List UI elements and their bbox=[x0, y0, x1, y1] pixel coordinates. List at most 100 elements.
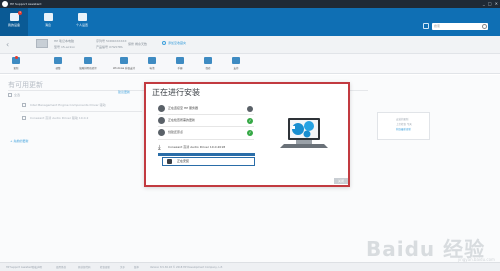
tab-personal-settings[interactable]: 个人设置 bbox=[68, 8, 96, 36]
minimize-button[interactable]: _ bbox=[483, 0, 485, 8]
product-model: 型号 15-ac1xx bbox=[54, 45, 75, 49]
installing-status-box: 正在安装 bbox=[162, 157, 255, 166]
tool-manuals[interactable]: 手册 bbox=[168, 56, 192, 74]
divider bbox=[20, 111, 142, 112]
search-icon[interactable] bbox=[482, 24, 487, 29]
select-all-label: 全选 bbox=[14, 93, 21, 97]
checkmark-icon: ✓ bbox=[247, 129, 253, 136]
baidu-watermark: Baidu 经验 jingyan.baidu.com bbox=[366, 233, 495, 262]
favorite-icon[interactable] bbox=[162, 41, 166, 45]
close-window-button[interactable]: ✕ bbox=[495, 0, 498, 8]
laptop-update-illustration bbox=[280, 118, 328, 148]
previous-updates-link[interactable]: + 先前的更新 bbox=[10, 139, 28, 143]
product-bar: ‹ HP 笔记本电脑 型号 15-ac1xx 序列号 5CD6XXXXXX 产品… bbox=[0, 36, 500, 54]
search-input[interactable]: 搜索 bbox=[432, 23, 488, 30]
recommended-link[interactable]: 建议更新 bbox=[118, 90, 130, 94]
step-label: 创建还原点 bbox=[168, 130, 184, 134]
warranty-icon bbox=[204, 57, 212, 64]
summary-line: 上次检查 今天 bbox=[396, 123, 412, 126]
tool-warranty[interactable]: 保修 bbox=[196, 56, 220, 74]
gear-icon bbox=[167, 159, 172, 164]
footer-link[interactable]: 使用条款 bbox=[56, 263, 66, 271]
tool-label: 更新 bbox=[13, 67, 19, 70]
divider bbox=[158, 114, 254, 115]
step-connect: 正在连接至 HP 服务器 bbox=[158, 104, 258, 113]
download-label: Conexant 高清 Audio Driver 10.0.2018 bbox=[168, 145, 226, 149]
divider bbox=[158, 126, 254, 127]
top-navigation: 1 我的设备 消息 个人设置 搜索 bbox=[0, 8, 500, 36]
manual-icon bbox=[176, 57, 184, 64]
summary-link[interactable]: 获取最新更新 bbox=[396, 127, 411, 131]
step-label: 正在连接至 HP 服务器 bbox=[168, 106, 198, 110]
tab-label: 我的设备 bbox=[7, 23, 20, 27]
footer-link[interactable]: HP Support Assistant bbox=[6, 263, 32, 271]
footer-link[interactable]: 隐私声明 bbox=[32, 263, 42, 271]
user-icon bbox=[77, 13, 87, 21]
tab-label: 个人设置 bbox=[75, 23, 88, 27]
progress-fill bbox=[158, 153, 255, 156]
window-controls: _ □ ✕ bbox=[483, 0, 498, 8]
support-icon bbox=[232, 57, 240, 64]
download-progress-bar bbox=[158, 153, 255, 156]
tool-label: 支持 bbox=[233, 67, 239, 70]
maximize-button[interactable]: □ bbox=[488, 0, 492, 8]
product-name: HP 笔记本电脑 bbox=[54, 39, 75, 43]
dialog-title: 正在进行安装 bbox=[152, 88, 200, 97]
update-name: Intel Management Engine Components Drive… bbox=[30, 103, 106, 107]
tool-label: Windows 升级支持 bbox=[113, 67, 135, 70]
tab-my-devices[interactable]: 1 我的设备 bbox=[0, 8, 28, 36]
wrench-icon bbox=[84, 57, 92, 64]
tool-troubleshooting[interactable]: 故障排除和修复 bbox=[76, 56, 100, 74]
update-checkbox[interactable] bbox=[22, 116, 26, 120]
title-bar: HP Support Assistant _ □ ✕ bbox=[0, 0, 500, 8]
notification-badge: 1 bbox=[18, 11, 22, 15]
warranty-info: 保修 剩余天数 bbox=[128, 42, 147, 46]
tool-support[interactable]: 支持 bbox=[224, 56, 248, 74]
select-all-checkbox[interactable] bbox=[8, 93, 12, 97]
notification-icon[interactable] bbox=[423, 23, 429, 29]
tool-label: 故障排除和修复 bbox=[79, 67, 97, 70]
footer-link[interactable]: 关于 bbox=[120, 263, 125, 271]
updates-badge bbox=[15, 56, 18, 59]
battery-icon bbox=[148, 57, 156, 64]
tool-label: 调整 bbox=[55, 67, 61, 70]
step-label: 正在检查所需的更新 bbox=[168, 118, 196, 122]
busy-icon bbox=[247, 105, 253, 112]
device-toolbar: 更新 调整 故障排除和修复 Windows 升级支持 电池 手册 保修 支持 bbox=[0, 54, 500, 74]
tool-tuneup[interactable]: 调整 bbox=[46, 56, 70, 74]
tool-updates[interactable]: 更新 bbox=[4, 56, 28, 74]
tool-label: 电池 bbox=[149, 67, 155, 70]
back-arrow-icon[interactable]: ‹ bbox=[6, 40, 9, 50]
checkmark-icon: ✓ bbox=[247, 117, 253, 124]
laptop-icon bbox=[9, 13, 19, 21]
updates-heading: 有可用更新 bbox=[8, 81, 43, 89]
download-icon: ⤓ bbox=[158, 144, 161, 151]
close-dialog-button[interactable]: 关闭 bbox=[334, 178, 348, 184]
tool-battery[interactable]: 电池 bbox=[140, 56, 164, 74]
step-restore-point: 创建还原点 ✓ bbox=[158, 128, 258, 137]
installing-label: 正在安装 bbox=[177, 159, 190, 163]
hp-logo-icon bbox=[2, 1, 8, 7]
tab-messages[interactable]: 消息 bbox=[34, 8, 62, 36]
product-number: 产品编号 X7G57PA bbox=[96, 45, 123, 49]
footer-link[interactable]: 版本 bbox=[134, 263, 139, 271]
update-checkbox[interactable] bbox=[22, 103, 26, 107]
add-favorite-link[interactable]: 添加至收藏夹 bbox=[168, 41, 186, 45]
tool-windows-upgrade[interactable]: Windows 升级支持 bbox=[112, 56, 136, 74]
update-name: Conexant 高清 Audio Driver 驱动 10.0.2 bbox=[30, 116, 89, 120]
install-progress-dialog: 正在进行安装 正在连接至 HP 服务器 正在检查所需的更新 ✓ 创建还原点 ✓ … bbox=[144, 82, 350, 187]
search-placeholder: 搜索 bbox=[434, 24, 441, 28]
product-serial: 序列号 5CD6XXXXXX bbox=[96, 39, 127, 43]
footer-link[interactable]: 检查更新 bbox=[100, 263, 110, 271]
tab-label: 消息 bbox=[44, 23, 51, 27]
restore-icon bbox=[158, 129, 165, 136]
windows-icon bbox=[120, 57, 128, 64]
download-row: ⤓ Conexant 高清 Audio Driver 10.0.2018 bbox=[158, 143, 258, 152]
footer-link[interactable]: 开放源代码 bbox=[78, 263, 91, 271]
envelope-icon bbox=[43, 13, 53, 21]
tuneup-icon bbox=[54, 57, 62, 64]
footer-version: Version 8.5.36.18 © 2018 HP Development … bbox=[150, 266, 223, 269]
app-title: HP Support Assistant bbox=[10, 2, 42, 6]
globe-icon bbox=[158, 105, 165, 112]
watermark-url: jingyan.baidu.com bbox=[458, 257, 495, 262]
